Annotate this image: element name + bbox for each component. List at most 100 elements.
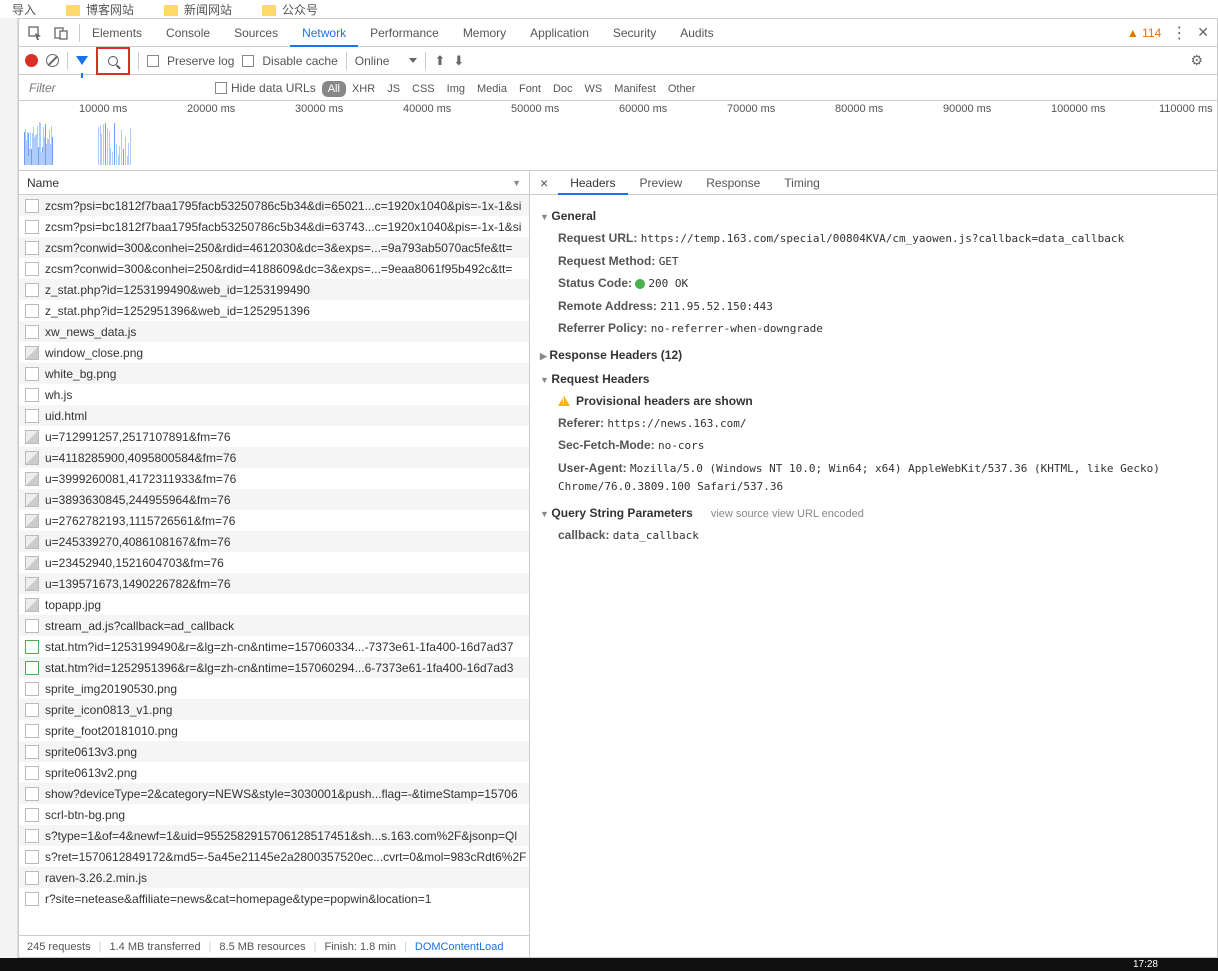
section-general[interactable]: General bbox=[540, 209, 1207, 223]
request-row[interactable]: zcsm?conwid=300&conhei=250&rdid=4612030&… bbox=[19, 237, 529, 258]
bookmark-item[interactable]: 导入 bbox=[12, 1, 36, 18]
request-row[interactable]: u=245339270,4086108167&fm=76 bbox=[19, 531, 529, 552]
section-response-headers[interactable]: Response Headers (12) bbox=[540, 348, 1207, 362]
hide-dataurls-checkbox[interactable] bbox=[215, 82, 227, 94]
tab-security[interactable]: Security bbox=[601, 19, 668, 47]
request-list[interactable]: zcsm?psi=bc1812f7baa1795facb53250786c5b3… bbox=[19, 195, 529, 935]
request-row[interactable]: u=2762782193,1115726561&fm=76 bbox=[19, 510, 529, 531]
request-row[interactable]: uid.html bbox=[19, 405, 529, 426]
tab-performance[interactable]: Performance bbox=[358, 19, 451, 47]
chevron-down-icon[interactable] bbox=[409, 58, 417, 63]
upload-icon[interactable]: ⬆ bbox=[434, 53, 445, 69]
request-row[interactable]: scrl-btn-bg.png bbox=[19, 804, 529, 825]
tab-sources[interactable]: Sources bbox=[222, 19, 290, 47]
tab-audits[interactable]: Audits bbox=[668, 19, 725, 47]
file-type-icon bbox=[25, 787, 39, 801]
filter-icon[interactable] bbox=[76, 56, 88, 65]
request-row[interactable]: window_close.png bbox=[19, 342, 529, 363]
clear-icon[interactable] bbox=[46, 54, 59, 67]
status-dot-icon bbox=[635, 279, 645, 289]
request-row[interactable]: xw_news_data.js bbox=[19, 321, 529, 342]
filter-chip-img[interactable]: Img bbox=[441, 81, 471, 97]
tab-application[interactable]: Application bbox=[518, 19, 601, 47]
request-row[interactable]: u=3999260081,4172311933&fm=76 bbox=[19, 468, 529, 489]
request-row[interactable]: show?deviceType=2&category=NEWS&style=30… bbox=[19, 783, 529, 804]
request-row[interactable]: u=139571673,1490226782&fm=76 bbox=[19, 573, 529, 594]
chevron-down-icon: ▼ bbox=[512, 178, 521, 188]
request-row[interactable]: s?type=1&of=4&newf=1&uid=955258291570612… bbox=[19, 825, 529, 846]
file-type-icon bbox=[25, 304, 39, 318]
request-row[interactable]: zcsm?psi=bc1812f7baa1795facb53250786c5b3… bbox=[19, 216, 529, 237]
detail-tab-timing[interactable]: Timing bbox=[772, 171, 832, 195]
filter-chip-xhr[interactable]: XHR bbox=[346, 81, 381, 97]
request-row[interactable]: zcsm?conwid=300&conhei=250&rdid=4188609&… bbox=[19, 258, 529, 279]
section-request-headers[interactable]: Request Headers bbox=[540, 372, 1207, 386]
request-row[interactable]: wh.js bbox=[19, 384, 529, 405]
filter-chip-js[interactable]: JS bbox=[381, 81, 406, 97]
request-row[interactable]: r?site=netease&affiliate=news&cat=homepa… bbox=[19, 888, 529, 909]
tab-elements[interactable]: Elements bbox=[80, 19, 154, 47]
request-row[interactable]: sprite0613v2.png bbox=[19, 762, 529, 783]
request-row[interactable]: white_bg.png bbox=[19, 363, 529, 384]
request-row[interactable]: sprite_icon0813_v1.png bbox=[19, 699, 529, 720]
request-row[interactable]: u=712991257,2517107891&fm=76 bbox=[19, 426, 529, 447]
section-qsp[interactable]: Query String Parametersview source view … bbox=[540, 506, 1207, 520]
filter-chip-manifest[interactable]: Manifest bbox=[608, 81, 662, 97]
filter-chip-media[interactable]: Media bbox=[471, 81, 513, 97]
request-row[interactable]: u=4118285900,4095800584&fm=76 bbox=[19, 447, 529, 468]
filter-chip-other[interactable]: Other bbox=[662, 81, 702, 97]
request-row[interactable]: z_stat.php?id=1252951396&web_id=12529513… bbox=[19, 300, 529, 321]
request-row[interactable]: raven-3.26.2.min.js bbox=[19, 867, 529, 888]
disable-cache-checkbox[interactable] bbox=[242, 55, 254, 67]
request-row[interactable]: zcsm?psi=bc1812f7baa1795facb53250786c5b3… bbox=[19, 195, 529, 216]
request-name: show?deviceType=2&category=NEWS&style=30… bbox=[45, 787, 518, 801]
tab-console[interactable]: Console bbox=[154, 19, 222, 47]
request-row[interactable]: s?ret=1570612849172&md5=-5a45e21145e2a28… bbox=[19, 846, 529, 867]
filter-chip-doc[interactable]: Doc bbox=[547, 81, 579, 97]
timeline-overview[interactable]: 10000 ms20000 ms30000 ms40000 ms50000 ms… bbox=[19, 101, 1217, 171]
request-row[interactable]: sprite_foot20181010.png bbox=[19, 720, 529, 741]
request-row[interactable]: stream_ad.js?callback=ad_callback bbox=[19, 615, 529, 636]
device-icon[interactable] bbox=[53, 25, 69, 41]
network-toolbar: Preserve log Disable cache Online ⬆ ⬇ ⚙ bbox=[19, 47, 1217, 75]
file-type-icon bbox=[25, 346, 39, 360]
search-toggle-highlight[interactable] bbox=[96, 47, 130, 75]
qsp-links[interactable]: view source view URL encoded bbox=[711, 508, 864, 520]
detail-tab-preview[interactable]: Preview bbox=[628, 171, 695, 195]
bookmark-item[interactable]: 新闻网站 bbox=[164, 1, 232, 18]
filter-chip-ws[interactable]: WS bbox=[579, 81, 609, 97]
detail-tab-headers[interactable]: Headers bbox=[558, 171, 627, 195]
tab-network[interactable]: Network bbox=[290, 19, 358, 47]
filter-chip-all[interactable]: All bbox=[322, 81, 346, 97]
file-type-icon bbox=[25, 409, 39, 423]
request-row[interactable]: topapp.jpg bbox=[19, 594, 529, 615]
filter-input[interactable] bbox=[25, 78, 205, 98]
request-row[interactable]: u=3893630845,244955964&fm=76 bbox=[19, 489, 529, 510]
tab-memory[interactable]: Memory bbox=[451, 19, 518, 47]
gear-icon[interactable]: ⚙ bbox=[1190, 52, 1203, 69]
request-name: topapp.jpg bbox=[45, 598, 101, 612]
request-row[interactable]: sprite0613v3.png bbox=[19, 741, 529, 762]
filter-chip-font[interactable]: Font bbox=[513, 81, 547, 97]
request-row[interactable]: sprite_img20190530.png bbox=[19, 678, 529, 699]
request-row[interactable]: u=23452940,1521604703&fm=76 bbox=[19, 552, 529, 573]
close-detail-icon[interactable]: × bbox=[530, 175, 558, 191]
close-devtools-icon[interactable]: ✕ bbox=[1197, 24, 1209, 41]
bookmark-item[interactable]: 公众号 bbox=[262, 1, 318, 18]
throttling-select[interactable]: Online bbox=[355, 54, 402, 68]
bookmark-item[interactable]: 博客网站 bbox=[66, 1, 134, 18]
filter-chip-css[interactable]: CSS bbox=[406, 81, 441, 97]
download-icon[interactable]: ⬇ bbox=[453, 53, 464, 69]
warn-count[interactable]: ▲ 114 bbox=[1127, 26, 1161, 40]
detail-tab-response[interactable]: Response bbox=[694, 171, 772, 195]
file-type-icon bbox=[25, 703, 39, 717]
more-icon[interactable]: ⋮ bbox=[1171, 23, 1187, 43]
record-icon[interactable] bbox=[25, 54, 38, 67]
request-row[interactable]: stat.htm?id=1253199490&r=&lg=zh-cn&ntime… bbox=[19, 636, 529, 657]
taskbar: 17:28 bbox=[0, 958, 1218, 971]
request-row[interactable]: stat.htm?id=1252951396&r=&lg=zh-cn&ntime… bbox=[19, 657, 529, 678]
preserve-log-checkbox[interactable] bbox=[147, 55, 159, 67]
name-column-header[interactable]: Name ▼ bbox=[19, 171, 529, 195]
request-row[interactable]: z_stat.php?id=1253199490&web_id=12531994… bbox=[19, 279, 529, 300]
inspect-icon[interactable] bbox=[27, 25, 43, 41]
